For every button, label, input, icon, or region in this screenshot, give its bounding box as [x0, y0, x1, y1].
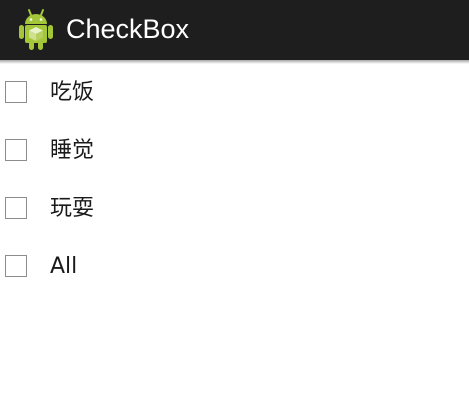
checkbox-label[interactable]: All [50, 238, 77, 296]
android-robot-icon[interactable] [17, 8, 55, 52]
action-bar: CheckBox [0, 0, 469, 60]
app-title: CheckBox [66, 14, 190, 44]
screen: CheckBox 吃饭 睡觉 玩耍 All [0, 0, 469, 414]
checkbox-row-all[interactable]: All [0, 238, 469, 296]
checkbox-play[interactable] [5, 197, 27, 219]
checkbox-list: 吃饭 睡觉 玩耍 All [0, 64, 469, 296]
checkbox-eat[interactable] [5, 81, 27, 103]
checkbox-label[interactable]: 睡觉 [50, 122, 94, 180]
checkbox-all[interactable] [5, 255, 27, 277]
checkbox-sleep[interactable] [5, 139, 27, 161]
checkbox-label[interactable]: 吃饭 [50, 64, 94, 122]
checkbox-row-play[interactable]: 玩耍 [0, 180, 469, 238]
checkbox-row-sleep[interactable]: 睡觉 [0, 122, 469, 180]
checkbox-label[interactable]: 玩耍 [50, 180, 94, 238]
checkbox-row-eat[interactable]: 吃饭 [0, 64, 469, 122]
